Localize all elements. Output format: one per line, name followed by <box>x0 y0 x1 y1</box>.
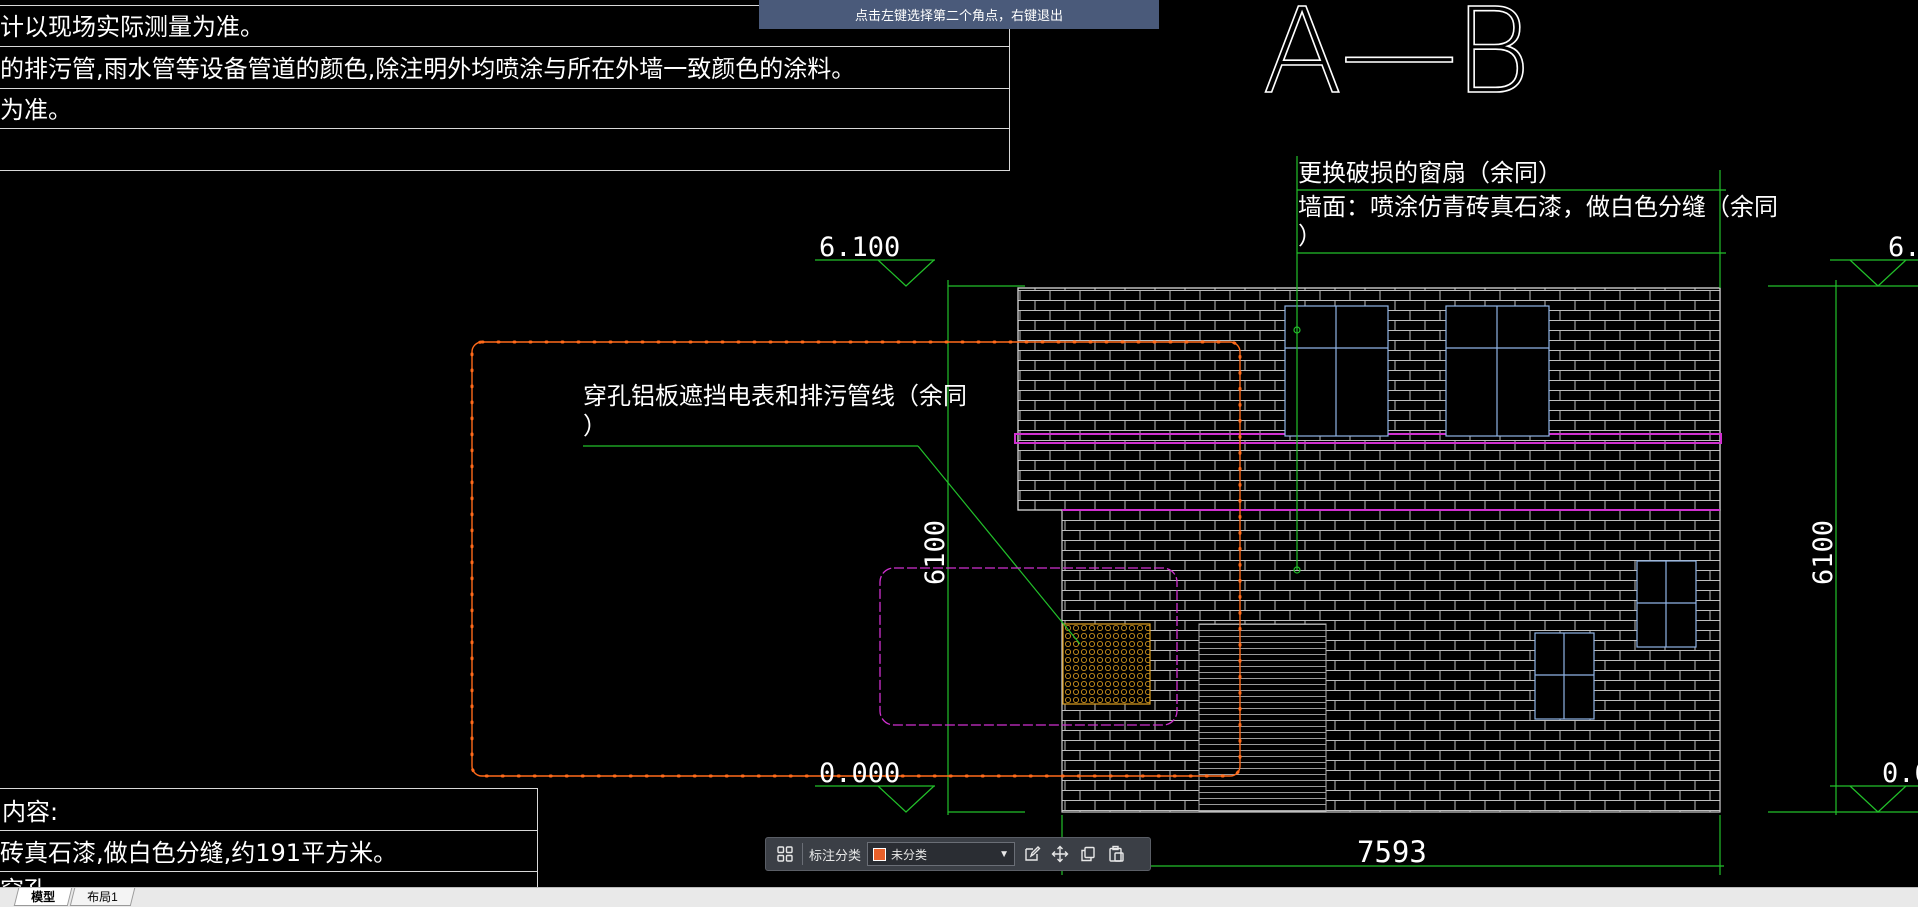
edit-icon[interactable] <box>1021 843 1043 865</box>
note-bottom-3: 穿孔 <box>0 876 48 887</box>
window-lower-right <box>1636 560 1697 648</box>
category-selected-value: 未分类 <box>891 847 928 862</box>
category-dropdown[interactable]: 未分类 ▼ <box>867 842 1016 866</box>
wall-note-line1: 墙面：喷涂仿青砖真石漆，做白色分缝（余同 <box>1298 193 1778 221</box>
window-upper-left <box>1284 305 1389 437</box>
panel-note-line1: 穿孔铝板遮挡电表和排污管线（余同 <box>583 382 967 410</box>
notes-table-bottom <box>0 788 538 887</box>
window-lower-middle <box>1534 632 1595 720</box>
paste-icon[interactable] <box>1105 843 1127 865</box>
tab-layout1[interactable]: 布局1 <box>69 888 135 906</box>
level-top-right-label: 6. <box>1888 232 1918 263</box>
note-bottom-1: 内容: <box>2 798 58 826</box>
window-note: 更换破损的窗扇（余同） <box>1298 159 1562 187</box>
panel-note-line2: ） <box>583 412 607 440</box>
category-color-swatch <box>873 847 887 861</box>
category-label: 标注分类 <box>809 847 862 863</box>
height-dim-right: 6100 <box>1808 520 1839 585</box>
annotation-toolbar: 标注分类 未分类 ▼ <box>765 837 1151 871</box>
grid-icon[interactable] <box>774 843 796 865</box>
chevron-down-icon: ▼ <box>999 848 1010 860</box>
tab-layout1-label: 布局1 <box>87 890 118 904</box>
note-top-3: 为准。 <box>0 96 72 124</box>
level-bottom-right-label: 0.0 <box>1882 758 1918 789</box>
roller-door <box>1198 623 1327 812</box>
move-icon[interactable] <box>1049 843 1071 865</box>
building-facade <box>1014 287 1722 813</box>
level-top-label: 6.100 <box>819 232 900 263</box>
command-prompt-banner: 点击左键选择第二个角点，右键退出 <box>759 0 1159 29</box>
note-top-1: 计以现场实际测量为准。 <box>0 13 264 41</box>
perforated-panel <box>1062 623 1151 705</box>
note-bottom-2: 砖真石漆,做白色分缝,约191平方米。 <box>0 839 397 867</box>
drawing-viewport[interactable]: 计以现场实际测量为准。 的排污管,雨水管等设备管道的颜色,除注明外均喷涂与所在外… <box>0 0 1918 887</box>
width-dim: 7593 <box>1357 835 1427 869</box>
elevation-title: A—B <box>1262 0 1531 120</box>
toolbar-divider <box>802 843 803 865</box>
note-top-2: 的排污管,雨水管等设备管道的颜色,除注明外均喷涂与所在外墙一致颜色的涂料。 <box>0 55 855 83</box>
tab-model-label: 模型 <box>31 890 56 904</box>
copy-icon[interactable] <box>1077 843 1099 865</box>
level-bottom-label: 0.000 <box>819 758 900 789</box>
command-prompt-text: 点击左键选择第二个角点，右键退出 <box>854 8 1063 23</box>
height-dim-left: 6100 <box>920 520 951 585</box>
wall-note-line2: ） <box>1298 222 1322 250</box>
window-upper-right <box>1445 305 1550 437</box>
tab-model[interactable]: 模型 <box>13 888 73 906</box>
cad-canvas[interactable]: 计以现场实际测量为准。 的排污管,雨水管等设备管道的颜色,除注明外均喷涂与所在外… <box>0 0 1918 907</box>
layout-tab-bar: 模型 布局1 <box>0 887 1918 907</box>
